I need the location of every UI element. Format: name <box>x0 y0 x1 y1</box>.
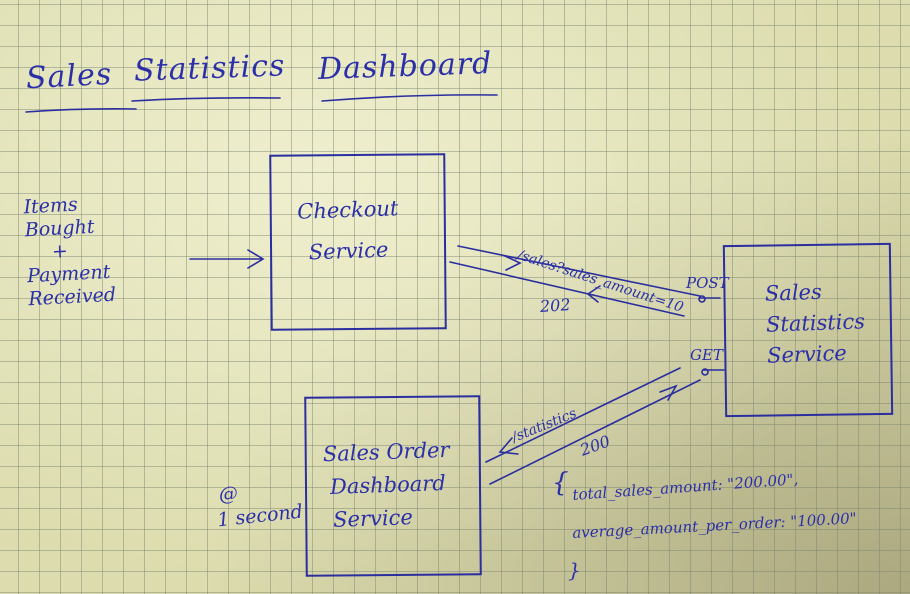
title-underline-3 <box>321 94 498 102</box>
dashboard-service-line-2: Dashboard <box>329 470 447 499</box>
checkout-service-line-2: Service <box>308 237 389 265</box>
response-body-close-brace: } <box>568 558 581 582</box>
title-word-1: Sales <box>25 56 114 97</box>
title-word-2: Statistics <box>133 48 286 89</box>
get-method-label: GET <box>690 346 723 364</box>
stats-service-line-2: Statistics <box>765 309 866 337</box>
input-note-line-1: Items <box>23 193 79 219</box>
checkout-service-line-1: Checkout <box>296 196 399 224</box>
post-endpoint-dot <box>698 295 706 303</box>
input-notes: Items Bought + Payment Received <box>23 193 117 311</box>
sales-statistics-service-label: Sales Statistics Service <box>764 279 867 368</box>
response-body-open-brace: { <box>552 468 569 498</box>
page-title: Sales <box>25 56 114 97</box>
input-note-line-4: Payment <box>26 260 111 288</box>
title-underline-1 <box>25 108 137 113</box>
dashboard-service-line-3: Service <box>332 505 414 532</box>
poll-interval-note: @ 1 second <box>214 478 303 531</box>
dashboard-service-line-1: Sales Order <box>322 437 450 467</box>
checkout-service-label: Checkout Service <box>296 196 400 265</box>
title-word-3: Dashboard <box>317 45 493 88</box>
post-response-code: 202 <box>539 294 572 317</box>
input-note-line-2: Bought <box>24 215 95 242</box>
stats-service-line-1: Sales <box>764 279 823 306</box>
post-method-label: POST <box>686 274 729 292</box>
input-note-line-3: + <box>51 240 69 263</box>
graph-paper-canvas: Sales Statistics Dashboard Items Bought … <box>0 0 910 594</box>
title-underline-2 <box>131 97 281 102</box>
page-title-part2: Statistics <box>133 48 286 89</box>
dashboard-service-label: Sales Order Dashboard Service <box>322 437 453 532</box>
page-title-part3: Dashboard <box>317 45 493 88</box>
stats-service-line-3: Service <box>766 340 848 368</box>
input-note-line-5: Received <box>27 283 117 311</box>
